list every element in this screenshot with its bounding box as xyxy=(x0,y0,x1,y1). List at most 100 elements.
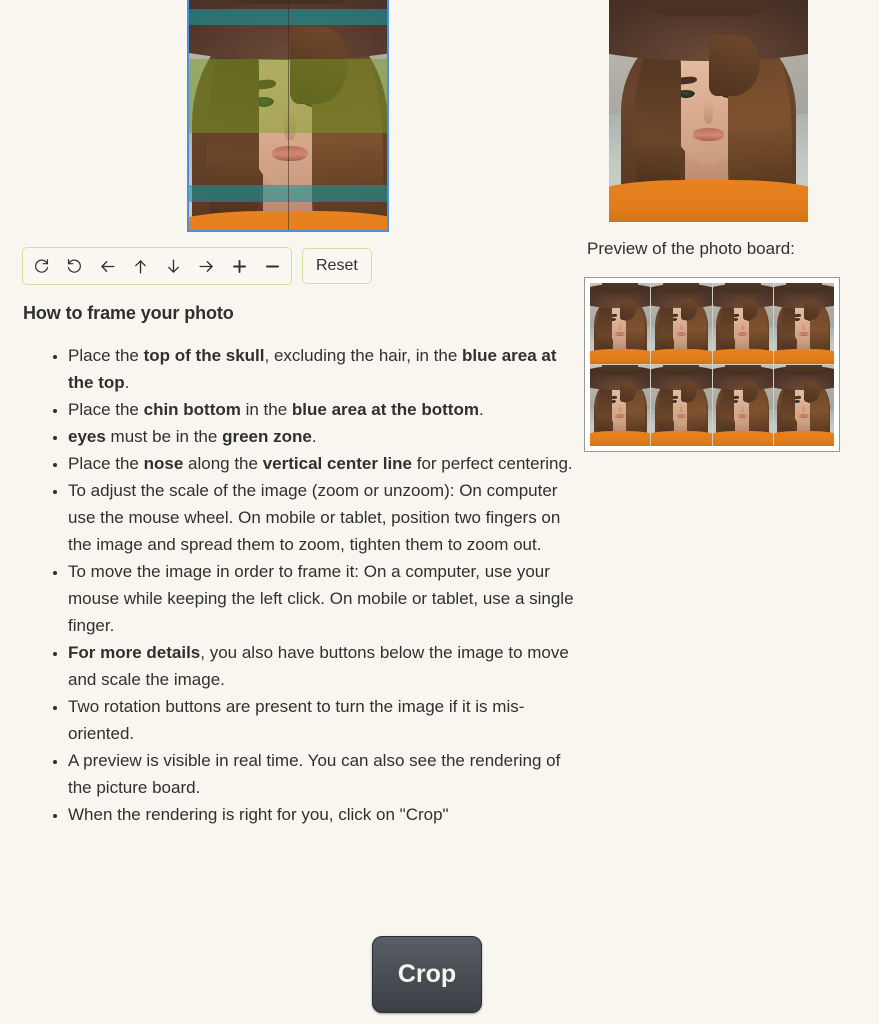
instruction-text: must be in the xyxy=(105,427,223,446)
rotate-ccw-icon xyxy=(66,258,83,275)
zoom-in-button[interactable] xyxy=(223,249,256,283)
hair-fringe xyxy=(803,299,820,321)
sweater xyxy=(712,349,773,364)
instruction-text: . xyxy=(124,373,130,392)
photo-board-grid xyxy=(590,283,834,446)
portrait-image xyxy=(590,283,651,364)
arrow-right-icon xyxy=(197,257,216,276)
instruction-text: . xyxy=(311,427,317,446)
instruction-text: To move the image in order to frame it: … xyxy=(68,562,574,635)
instruction-emphasis: blue area at the bottom xyxy=(291,400,479,419)
instruction-text: When the rendering is right for you, cli… xyxy=(68,805,449,824)
hat-crown xyxy=(602,283,639,293)
move-right-button[interactable] xyxy=(190,249,223,283)
photo-board-cell xyxy=(651,365,712,446)
hair-fringe xyxy=(803,381,820,403)
instruction-emphasis: top of the skull xyxy=(143,346,265,365)
nose xyxy=(741,321,745,330)
photo-board-cell xyxy=(590,283,651,364)
photo-board-cell xyxy=(712,283,773,364)
instruction-item: Two rotation buttons are present to turn… xyxy=(68,693,580,747)
photo-board-cell xyxy=(773,283,834,364)
portrait-image xyxy=(773,283,834,364)
live-crop-preview xyxy=(609,0,808,222)
nose xyxy=(618,321,622,330)
sweater xyxy=(609,179,808,222)
arrow-left-icon xyxy=(98,257,117,276)
instruction-item: When the rendering is right for you, cli… xyxy=(68,801,580,828)
instruction-text: Place the xyxy=(68,454,144,473)
nose xyxy=(741,403,745,412)
instruction-text: along the xyxy=(183,454,263,473)
instruction-emphasis: green zone xyxy=(222,427,312,446)
crop-guide-overlay xyxy=(189,0,387,230)
sweater xyxy=(651,349,712,364)
photo-board-preview xyxy=(584,277,840,452)
instruction-item: Place the chin bottom in the blue area a… xyxy=(68,396,580,423)
rotate-cw-icon xyxy=(33,258,50,275)
portrait-image xyxy=(712,283,773,364)
arrow-down-icon xyxy=(164,257,183,276)
hat-crown xyxy=(785,283,822,293)
sweater xyxy=(712,431,773,446)
sweater xyxy=(651,431,712,446)
instruction-text: . xyxy=(478,400,484,419)
transform-button-group xyxy=(22,247,292,285)
instruction-text: Place the xyxy=(68,346,144,365)
instructions-list: Place the top of the skull, excluding th… xyxy=(44,342,580,828)
crop-button[interactable]: Crop xyxy=(372,936,482,1013)
photo-crop-stage[interactable] xyxy=(187,0,389,232)
move-left-button[interactable] xyxy=(91,249,124,283)
instruction-text: Place the xyxy=(68,400,144,419)
instruction-item: Place the nose along the vertical center… xyxy=(68,450,580,477)
photo-board-cell xyxy=(773,365,834,446)
move-down-button[interactable] xyxy=(157,249,190,283)
lips xyxy=(799,413,809,418)
nose xyxy=(679,321,683,330)
lips xyxy=(676,331,687,336)
instruction-text: , excluding the hair, in the xyxy=(264,346,463,365)
instruction-item: A preview is visible in real time. You c… xyxy=(68,747,580,801)
lips xyxy=(615,331,625,336)
photo-board-cell xyxy=(651,283,712,364)
instruction-item: To move the image in order to frame it: … xyxy=(68,558,580,639)
portrait-image xyxy=(590,365,651,446)
sweater xyxy=(590,349,651,364)
eye-left xyxy=(794,318,800,322)
vertical-center-line xyxy=(288,0,289,230)
eye-left xyxy=(794,400,800,404)
photo-board-cell xyxy=(712,365,773,446)
rotate-counterclockwise-button[interactable] xyxy=(58,249,91,283)
hat-crown xyxy=(602,365,639,375)
instruction-text: for perfect centering. xyxy=(412,454,573,473)
instruction-emphasis: eyes xyxy=(68,427,106,446)
lips xyxy=(615,413,625,418)
instruction-item: Place the top of the skull, excluding th… xyxy=(68,342,580,396)
hat-crown xyxy=(663,365,700,375)
instruction-text: A preview is visible in real time. You c… xyxy=(68,751,561,797)
instruction-text: in the xyxy=(240,400,292,419)
sweater xyxy=(773,349,834,364)
hat-crown xyxy=(724,365,761,375)
instruction-item: eyes must be in the green zone. xyxy=(68,423,580,450)
arrow-up-icon xyxy=(131,257,150,276)
hat-crown xyxy=(724,283,761,293)
minus-icon xyxy=(263,257,282,276)
rotate-clockwise-button[interactable] xyxy=(25,249,58,283)
instruction-text: Two rotation buttons are present to turn… xyxy=(68,697,525,743)
portrait-image xyxy=(609,0,808,222)
hat-crown xyxy=(648,0,769,17)
instructions-heading: How to frame your photo xyxy=(23,303,234,323)
lips xyxy=(737,331,748,336)
reset-button[interactable]: Reset xyxy=(302,248,372,284)
move-up-button[interactable] xyxy=(124,249,157,283)
nose xyxy=(679,403,683,412)
instruction-item: For more details, you also have buttons … xyxy=(68,639,580,693)
portrait-image xyxy=(712,365,773,446)
instruction-emphasis: nose xyxy=(143,454,184,473)
photo-board-cell xyxy=(590,365,651,446)
portrait-image xyxy=(651,283,712,364)
zoom-out-button[interactable] xyxy=(256,249,289,283)
instruction-text: To adjust the scale of the image (zoom o… xyxy=(68,481,561,554)
instruction-item: To adjust the scale of the image (zoom o… xyxy=(68,477,580,558)
